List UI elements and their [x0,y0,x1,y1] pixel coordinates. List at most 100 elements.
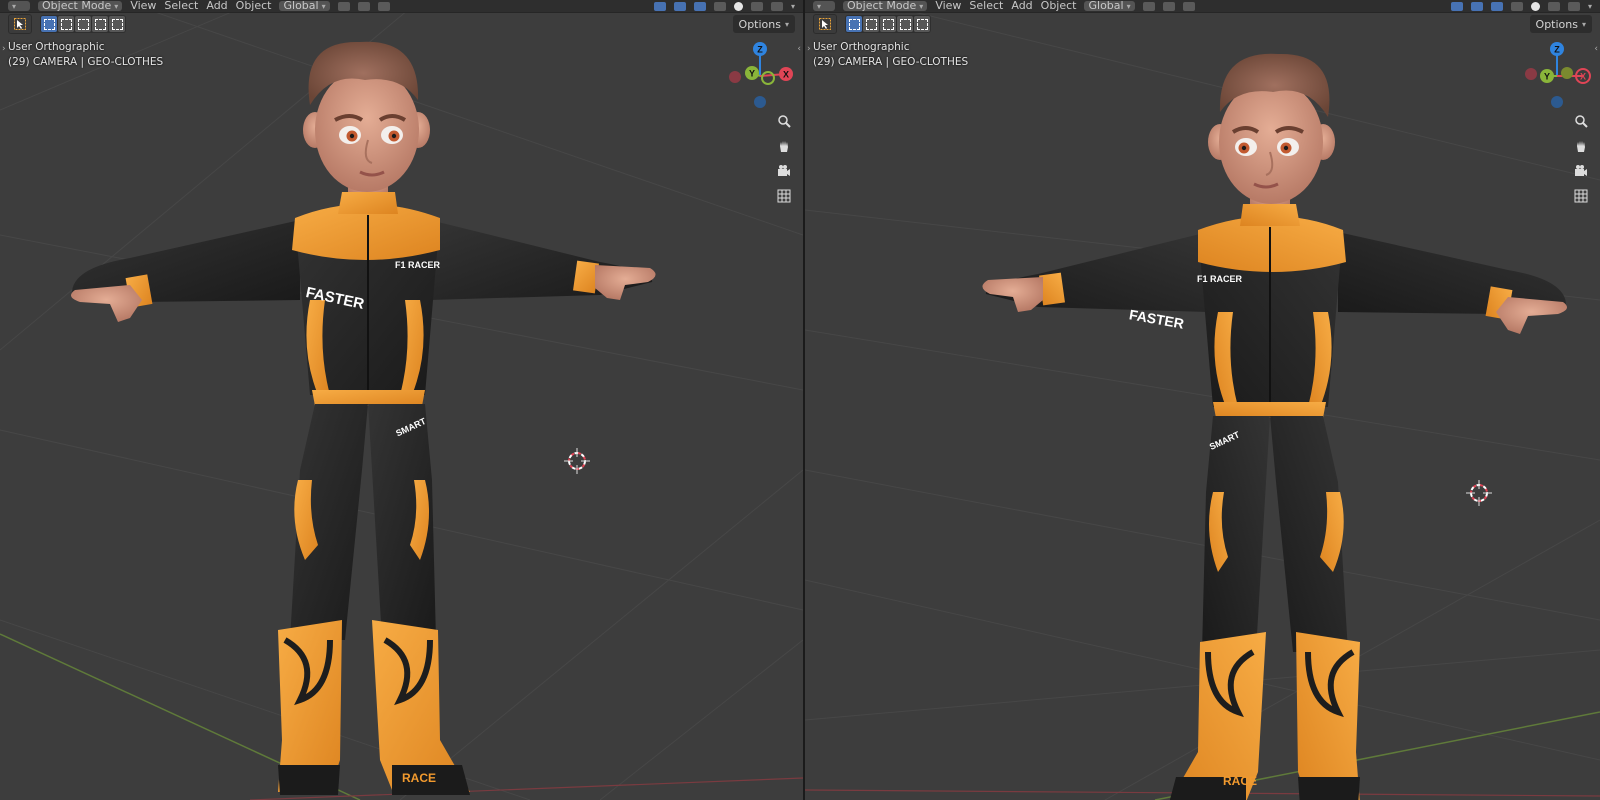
editor-type-selector[interactable]: ▾ [8,1,30,11]
gizmo-neg-y[interactable] [1561,67,1573,79]
zoom-button[interactable] [1570,110,1592,132]
tool-settings-row [8,14,126,34]
menu-select[interactable]: Select [969,0,1003,12]
gizmo-neg-x[interactable] [1525,68,1537,80]
select-invert-icon[interactable] [92,16,108,32]
overlay-toggle-icon[interactable] [693,1,706,11]
grid-icon [1574,189,1588,203]
snap-icon[interactable] [1162,1,1175,11]
grid-icon [777,189,791,203]
collection-info: (29) CAMERA | GEO-CLOTHES [8,56,164,68]
camera-view-button[interactable] [1570,160,1592,182]
navigation-gizmo[interactable]: Z X Y [1521,40,1593,112]
menu-view[interactable]: View [130,0,156,12]
select-tool-button[interactable] [813,14,837,34]
options-dropdown[interactable]: Options ▾ [1529,15,1592,33]
select-intersect-icon[interactable] [914,16,930,32]
boot-text: RACE [1223,774,1257,788]
viewport-header: ▾ Object Mode ▾ View Select Add Object Gl… [805,0,1600,13]
select-tool-button[interactable] [8,14,32,34]
chevron-down-icon[interactable]: ▾ [791,2,795,11]
ortho-toggle-button[interactable] [1570,185,1592,207]
options-dropdown[interactable]: Options ▾ [732,15,795,33]
gizmo-toggle-icon[interactable] [1470,1,1483,11]
xray-icon[interactable] [713,1,726,11]
chest-logo-text: F1 RACER [395,260,441,270]
solid-shading-icon[interactable] [1530,1,1540,11]
pivot-icon[interactable] [1142,1,1155,11]
select-new-icon[interactable] [846,16,862,32]
menu-view[interactable]: View [935,0,961,12]
orientation-dropdown[interactable]: Global ▾ [1084,0,1135,12]
magnifier-icon [1575,115,1588,128]
rendered-shading-icon[interactable] [1567,1,1580,11]
chevron-down-icon: ▾ [1126,1,1131,11]
navigation-gizmo[interactable]: Z X Y [724,40,796,112]
select-intersect-icon[interactable] [109,16,125,32]
snap-icon[interactable] [357,1,370,11]
gizmo-neg-x[interactable] [729,71,741,83]
chevron-down-icon: ▾ [817,1,822,11]
zoom-button[interactable] [773,110,795,132]
select-subtract-icon[interactable] [75,16,91,32]
cursor-arrow-icon [14,18,26,30]
material-shading-icon[interactable] [1547,1,1560,11]
gizmo-neg-z[interactable] [754,96,766,108]
select-extend-icon[interactable] [863,16,879,32]
menu-add[interactable]: Add [1011,0,1032,12]
cursor-arrow-icon [819,18,831,30]
tool-settings-row [813,14,931,34]
viewport-right[interactable]: F1 RACER FASTER SMART RACE ▾ Object Mode… [805,0,1600,800]
gizmo-y-label: Y [1544,72,1550,82]
camera-icon [1575,165,1587,176]
camera-view-button[interactable] [773,160,795,182]
xray-icon[interactable] [1510,1,1523,11]
solid-shading-icon[interactable] [733,1,743,11]
proportional-edit-icon[interactable] [377,1,390,11]
viewport-left[interactable]: F1 RACER FASTER SMART RACE ▾ Object Mode… [0,0,803,800]
mode-dropdown[interactable]: Object Mode ▾ [843,0,928,12]
gizmo-x-label: X [783,70,789,80]
overlay-toggle-icon[interactable] [1490,1,1503,11]
menu-object[interactable]: Object [1041,0,1077,12]
pan-button[interactable] [1570,135,1592,157]
menu-object[interactable]: Object [236,0,272,12]
select-invert-icon[interactable] [897,16,913,32]
selection-mode-group [845,15,931,33]
chevron-down-icon: ▾ [784,19,789,29]
menu-add[interactable]: Add [206,0,227,12]
gizmo-neg-z[interactable] [1551,96,1563,108]
gizmo-x-label: X [1580,72,1586,82]
chevron-down-icon: ▾ [12,1,17,11]
collection-info: (29) CAMERA | GEO-CLOTHES [813,56,969,68]
select-extend-icon[interactable] [58,16,74,32]
visibility-icon[interactable] [653,1,666,11]
toolbar-expander-icon[interactable]: › [807,44,811,54]
sidebar-expander-icon[interactable]: ‹ [1594,44,1598,54]
viewport-header: ▾ Object Mode ▾ View Select Add Object Gl… [0,0,803,13]
viewport-scene[interactable]: F1 RACER FASTER SMART RACE [0,0,803,800]
orientation-dropdown[interactable]: Global ▾ [279,0,330,12]
pivot-icon[interactable] [337,1,350,11]
gizmo-neg-y[interactable] [761,71,775,85]
chevron-down-icon[interactable]: ▾ [1588,2,1592,11]
mode-dropdown[interactable]: Object Mode ▾ [38,0,123,12]
gizmo-y-label: Y [749,69,755,79]
editor-type-selector[interactable]: ▾ [813,1,835,11]
camera-icon [778,165,790,176]
material-shading-icon[interactable] [750,1,763,11]
viewport-info: User Orthographic (29) CAMERA | GEO-CLOT… [8,40,163,70]
ortho-toggle-button[interactable] [773,185,795,207]
viewport-info: User Orthographic (29) CAMERA | GEO-CLOT… [813,40,968,70]
select-new-icon[interactable] [41,16,57,32]
pan-button[interactable] [773,135,795,157]
rendered-shading-icon[interactable] [770,1,783,11]
menu-select[interactable]: Select [164,0,198,12]
select-subtract-icon[interactable] [880,16,896,32]
proportional-edit-icon[interactable] [1182,1,1195,11]
visibility-icon[interactable] [1450,1,1463,11]
gizmo-toggle-icon[interactable] [673,1,686,11]
viewport-scene[interactable]: F1 RACER FASTER SMART RACE [805,0,1600,800]
sidebar-expander-icon[interactable]: ‹ [797,44,801,54]
toolbar-expander-icon[interactable]: › [2,44,6,54]
